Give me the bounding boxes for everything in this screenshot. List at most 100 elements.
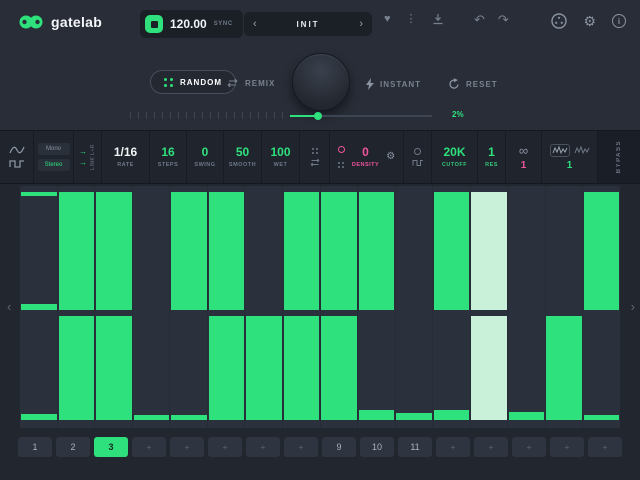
undo-icon[interactable]: ↶: [474, 13, 485, 26]
pattern-slot-2[interactable]: 2: [56, 437, 90, 457]
gate-step-bottom-10[interactable]: [358, 316, 396, 420]
wet-control[interactable]: 100 WET: [262, 131, 300, 183]
random-mode-button[interactable]: RANDOM: [150, 70, 236, 94]
gate-bar[interactable]: [434, 410, 470, 420]
gate-step-bottom-7[interactable]: [245, 316, 283, 420]
gate-step-bottom-1[interactable]: [20, 316, 58, 420]
remix-button[interactable]: REMIX: [226, 78, 275, 88]
gate-bar[interactable]: [171, 415, 207, 420]
gate-bar[interactable]: [584, 415, 620, 420]
gate-step-top-3[interactable]: [95, 192, 133, 310]
pattern-slot-6[interactable]: +: [208, 437, 242, 457]
mono-button[interactable]: Mono: [38, 143, 70, 155]
gate-step-top-9[interactable]: [320, 192, 358, 310]
gate-bar[interactable]: [209, 316, 245, 420]
pattern-slot-4[interactable]: +: [132, 437, 166, 457]
gate-step-bottom-5[interactable]: [170, 316, 208, 420]
reset-button[interactable]: RESET: [448, 78, 498, 90]
amount-slider[interactable]: [290, 112, 432, 120]
pattern-slot-9[interactable]: 9: [322, 437, 356, 457]
infinity-icon[interactable]: ∞: [519, 144, 528, 157]
gate-step-bottom-15[interactable]: [545, 316, 583, 420]
filter-shape-icon[interactable]: [412, 159, 424, 167]
dice-icon[interactable]: [312, 148, 318, 154]
gate-bar[interactable]: [434, 192, 470, 310]
gate-bar[interactable]: [396, 413, 432, 420]
gate-bar[interactable]: [96, 316, 132, 420]
link-lr-toggle[interactable]: → → LINK L+R: [74, 131, 102, 183]
preset-prev-button[interactable]: ‹: [253, 19, 257, 30]
main-knob[interactable]: [292, 53, 350, 111]
sync-toggle[interactable]: SYNC: [214, 21, 233, 27]
noise-pattern-b-icon[interactable]: [574, 145, 590, 156]
pattern-slot-11[interactable]: 11: [398, 437, 432, 457]
gate-bar[interactable]: [284, 316, 320, 420]
gate-step-bottom-3[interactable]: [95, 316, 133, 420]
instant-button[interactable]: INSTANT: [366, 78, 421, 90]
bypass-button[interactable]: BYPASS: [598, 131, 640, 183]
pattern-slot-7[interactable]: +: [246, 437, 280, 457]
smooth-wave-icon[interactable]: [9, 145, 25, 155]
gate-step-top-5[interactable]: [170, 192, 208, 310]
gate-bar[interactable]: [584, 192, 620, 310]
gate-bar[interactable]: [471, 316, 507, 420]
loop-icon[interactable]: [309, 158, 321, 167]
density-control[interactable]: 0 DENSITY: [352, 146, 379, 168]
info-icon[interactable]: i: [612, 14, 626, 28]
preset-name[interactable]: INIT: [296, 20, 319, 29]
gate-step-bottom-13[interactable]: [470, 316, 508, 420]
pattern-slot-5[interactable]: +: [170, 437, 204, 457]
gate-bar[interactable]: [59, 316, 95, 420]
gate-bar[interactable]: [96, 192, 132, 310]
gate-step-top-13[interactable]: [470, 192, 508, 310]
gate-step-top-8[interactable]: [283, 192, 321, 310]
gate-step-bottom-12[interactable]: [433, 316, 471, 420]
gate-step-top-10[interactable]: [358, 192, 396, 310]
bpm-display[interactable]: 120.00: [170, 17, 207, 31]
preset-next-button[interactable]: ›: [359, 19, 363, 30]
favorite-heart-icon[interactable]: ♥: [384, 14, 391, 25]
density-circle-icon[interactable]: [338, 146, 345, 153]
rate-control[interactable]: 1/16 RATE: [102, 131, 150, 183]
gate-step-top-6[interactable]: [208, 192, 246, 310]
slider-handle[interactable]: [314, 112, 322, 120]
preset-menu-icon[interactable]: ⋮: [406, 14, 417, 25]
gate-step-bottom-8[interactable]: [283, 316, 321, 420]
gate-step-top-7[interactable]: [245, 192, 283, 310]
gate-step-bottom-14[interactable]: [508, 316, 546, 420]
gate-bar[interactable]: [21, 304, 57, 310]
cycles-value[interactable]: 1: [521, 161, 527, 171]
pattern-slot-12[interactable]: +: [436, 437, 470, 457]
gate-bar[interactable]: [171, 192, 207, 310]
prev-pattern-arrow[interactable]: ‹: [7, 300, 11, 313]
gate-bar[interactable]: [359, 410, 395, 420]
res-control[interactable]: 1 RES: [478, 131, 506, 183]
gate-step-top-2[interactable]: [58, 192, 96, 310]
gate-step-top-11[interactable]: [395, 192, 433, 310]
gate-step-bottom-9[interactable]: [320, 316, 358, 420]
gate-step-top-14[interactable]: [508, 192, 546, 310]
gate-bar[interactable]: [246, 316, 282, 420]
pattern-slot-10[interactable]: 10: [360, 437, 394, 457]
settings-gear-icon[interactable]: ⚙: [583, 14, 596, 28]
steps-control[interactable]: 16 STEPS: [150, 131, 187, 183]
smooth-control[interactable]: 50 SMOOTH: [224, 131, 262, 183]
cutoff-control[interactable]: 20K CUTOFF: [432, 131, 478, 183]
next-pattern-arrow[interactable]: ›: [631, 300, 635, 313]
gate-bar[interactable]: [359, 192, 395, 310]
gate-step-top-15[interactable]: [545, 192, 583, 310]
gate-bar[interactable]: [134, 415, 170, 420]
play-stop-button[interactable]: [145, 15, 163, 33]
gate-step-top-1[interactable]: [20, 192, 58, 310]
pattern-slot-1[interactable]: 1: [18, 437, 52, 457]
gate-step-bottom-16[interactable]: [583, 316, 621, 420]
gate-bar[interactable]: [471, 192, 507, 310]
pattern-slot-15[interactable]: +: [550, 437, 584, 457]
gate-bar[interactable]: [21, 414, 57, 420]
gate-bar[interactable]: [59, 192, 95, 310]
pattern-slot-14[interactable]: +: [512, 437, 546, 457]
density-settings-icon[interactable]: ⚙: [386, 152, 395, 162]
gate-step-top-12[interactable]: [433, 192, 471, 310]
variation-value[interactable]: 1: [567, 161, 573, 171]
save-download-icon[interactable]: [432, 13, 444, 25]
